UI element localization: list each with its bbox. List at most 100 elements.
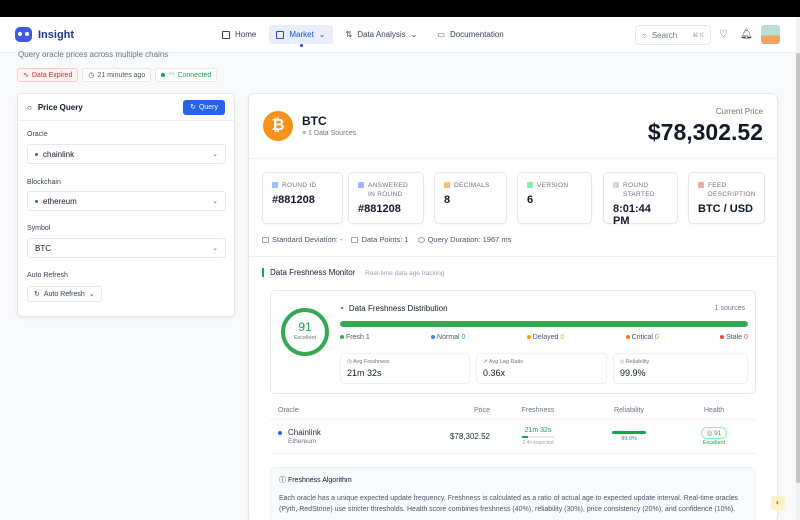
oracle-table: Oracle Price Freshness Reliability Healt… xyxy=(270,402,756,454)
oracle-price: $78,302.52 xyxy=(449,432,490,441)
table-row[interactable]: Chainlink Ethereum $78,302.52 21m 32s 2.… xyxy=(270,420,756,454)
oracle-label: Oracle xyxy=(27,131,48,138)
blockchain-select[interactable]: ethereum ⌄ xyxy=(27,191,226,211)
health-score-label: Excellent xyxy=(293,335,317,341)
freshness-bar-fill xyxy=(340,321,748,327)
divider xyxy=(249,256,777,257)
grid-icon xyxy=(222,30,230,39)
scrollbar-track[interactable] xyxy=(796,17,800,520)
chevron-down-icon: ⌄ xyxy=(410,30,418,39)
asset-symbol: BTC xyxy=(302,114,327,128)
nav-data-analysis[interactable]: ⇅ Data Analysis ⌄ xyxy=(339,25,425,44)
table-header: Oracle Price Freshness Reliability Healt… xyxy=(270,402,756,420)
freshness-algorithm-box: ⓘ Freshness Algorithm Each oracle has a … xyxy=(270,467,756,520)
legend-delayed: Delayed 0 xyxy=(526,334,564,341)
scrollbar-thumb[interactable] xyxy=(796,53,800,483)
bitcoin-icon: ₿ xyxy=(263,111,293,141)
metric-label: Avg Freshness xyxy=(353,359,390,365)
data-sources: ≡ 1 Data Sources xyxy=(302,130,356,137)
oracle-select[interactable]: chainlink ⌄ xyxy=(27,144,226,164)
std-dev-text: Standard Deviation: - xyxy=(272,235,343,244)
clock-icon: ◷ xyxy=(347,359,352,365)
freshness-monitor-title: Data Freshness Monitor xyxy=(262,268,355,277)
book-icon: ▭ xyxy=(437,30,445,39)
freshness-expected: 2.4x expected xyxy=(522,440,554,446)
search-input[interactable]: ○ Search ⌘ K xyxy=(635,25,711,45)
algorithm-text: Each oracle has a unique expected update… xyxy=(279,495,739,513)
nav-market[interactable]: Market ⌄ xyxy=(269,25,333,47)
updated-text: 21 minutes ago xyxy=(97,71,146,79)
chevron-down-icon: ⌄ xyxy=(318,30,326,39)
data-points-text: Data Points: 1 xyxy=(361,235,409,244)
search-icon: ○ xyxy=(27,102,32,112)
stat-feed-description: FEED DESCRIPTION BTC / USD xyxy=(688,172,765,224)
legend-count: 1 xyxy=(365,334,370,341)
nav-documentation-label: Documentation xyxy=(449,30,504,39)
shield-icon: ◇ xyxy=(620,359,625,365)
stat-value: 8 xyxy=(444,194,451,206)
refresh-icon: ↻ xyxy=(34,291,40,298)
stat-round-started: ROUND STARTED 8:01:44 PM xyxy=(603,172,678,227)
sun-icon: ◐ xyxy=(775,498,781,507)
auto-refresh-dropdown[interactable]: ↻ Auto Refresh ⌄ xyxy=(27,286,102,302)
nav-documentation[interactable]: ▭ Documentation xyxy=(430,25,510,44)
stat-answered-in-round: ANSWERED IN ROUND #881208 xyxy=(348,172,424,224)
status-dot xyxy=(161,73,166,77)
stat-label: ROUND ID xyxy=(282,182,317,189)
stat-label: VERSION xyxy=(537,182,569,189)
nav-home[interactable]: Home xyxy=(215,25,263,44)
symbol-select[interactable]: BTC ⌄ xyxy=(27,238,226,258)
query-button-label: Query xyxy=(198,103,218,111)
data-sources-text: 1 Data Sources xyxy=(308,130,357,137)
nav-market-label: Market xyxy=(289,30,314,39)
stat-value: 6 xyxy=(527,194,534,206)
gear-icon xyxy=(444,182,450,188)
gauge-icon: ◔ xyxy=(339,304,344,313)
stat-label: ROUND STARTED xyxy=(623,182,655,198)
heart-icon[interactable]: ♡ xyxy=(718,29,729,40)
main-nav: Home Market ⌄ ⇅ Data Analysis ⌄ ▭ Docume… xyxy=(215,25,511,47)
refresh-icon: ↻ xyxy=(190,104,196,111)
chart-icon xyxy=(276,30,285,39)
freshness-monitor-subtitle: Real-time data age tracking xyxy=(365,270,445,277)
oracle-dot xyxy=(35,152,38,156)
query-duration-text: Query Duration: 1967 ms xyxy=(427,235,512,244)
database-icon xyxy=(351,237,359,243)
stat-round-id: ROUND ID #881208 xyxy=(262,172,343,224)
health-value: 91 xyxy=(714,430,722,437)
top-navigation: Insight Home Market ⌄ ⇅ Data Analysis ⌄ … xyxy=(0,17,796,53)
search-shortcut: ⌘ K xyxy=(692,32,704,39)
metric-label: Avg Lag Ratio xyxy=(488,359,524,365)
stat-decimals: DECIMALS 8 xyxy=(434,172,507,224)
distribution-title: ◔ Data Freshness Distribution xyxy=(339,304,448,313)
avatar[interactable] xyxy=(761,25,780,44)
chart-icon xyxy=(262,237,269,243)
stat-value: #881208 xyxy=(358,203,401,215)
current-price-value: $78,302.52 xyxy=(647,119,763,145)
symbol-label: Symbol xyxy=(27,225,51,232)
theme-toggle-button[interactable]: ◐ xyxy=(771,496,785,510)
nav-home-label: Home xyxy=(235,30,257,39)
connection-text: Connected xyxy=(177,71,212,79)
clock-icon: ◷ xyxy=(88,72,95,79)
stat-version: VERSION 6 xyxy=(517,172,592,224)
app-title: Insight xyxy=(38,28,75,41)
freshness-cell: 21m 32s 2.4x expected xyxy=(490,427,586,446)
pulse-icon: ∿ xyxy=(23,72,29,79)
freshness-bar xyxy=(340,321,748,327)
status-row: ∿ Data Expired ◷ 21 minutes ago ◠ Connec… xyxy=(17,68,218,82)
legend-label: Fresh xyxy=(345,334,364,341)
bell-icon[interactable]: 🔔︎ xyxy=(740,29,753,40)
col-reliability: Reliability xyxy=(614,407,644,414)
legend-count: 0 xyxy=(461,334,466,341)
query-button[interactable]: ↻ Query xyxy=(183,99,225,115)
legend-count: 0 xyxy=(744,334,748,341)
reliability-value: 99.9% xyxy=(621,436,637,442)
asset-detail-card: ₿ BTC ≡ 1 Data Sources Current Price $78… xyxy=(248,93,778,520)
price-query-title: Price Query xyxy=(37,102,83,112)
logo-robot-icon xyxy=(15,27,32,42)
app-logo[interactable]: Insight xyxy=(15,27,74,42)
metric-avg-lag-ratio: ↗ Avg Lag Ratio 0.36x xyxy=(476,353,607,384)
algorithm-title: Freshness Algorithm xyxy=(287,477,352,484)
stat-value: #881208 xyxy=(272,194,315,206)
